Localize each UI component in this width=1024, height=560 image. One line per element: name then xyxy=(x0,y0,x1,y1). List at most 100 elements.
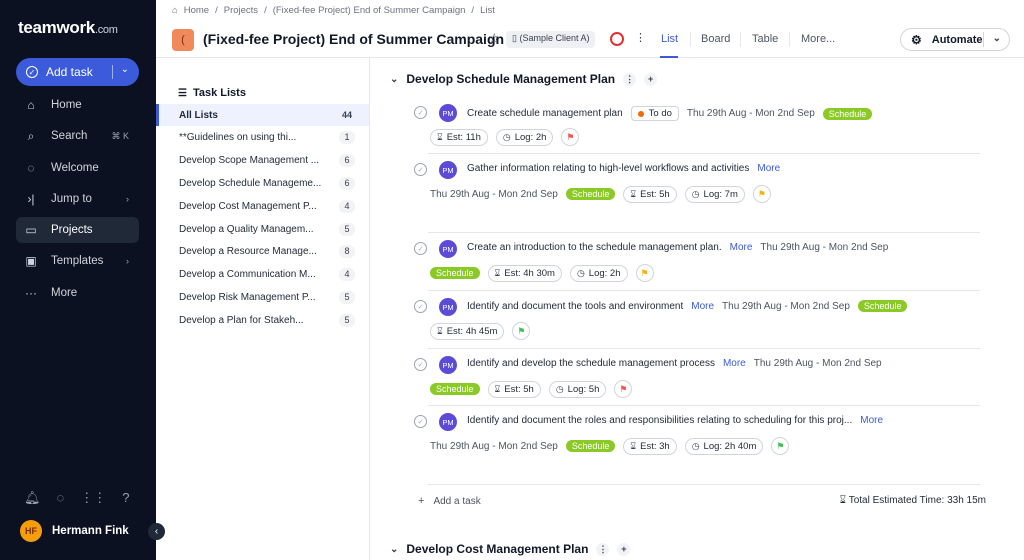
task-list-item[interactable]: Develop Risk Management P... 5 xyxy=(156,286,369,308)
priority-flag-icon[interactable]: ⚑ xyxy=(512,322,531,340)
task-dates[interactable]: Thu 29th Aug - Mon 2nd Sep xyxy=(760,242,888,253)
chevron-down-icon[interactable]: ⌄ xyxy=(121,64,129,75)
apps-grid-icon[interactable]: ⋮⋮ xyxy=(80,490,106,506)
assignee-avatar[interactable]: PM xyxy=(439,104,457,122)
more-link[interactable]: More xyxy=(757,163,780,174)
estimate-pill[interactable]: ⌛︎ Est: 11h xyxy=(430,128,488,146)
task-dates[interactable]: Thu 29th Aug - Mon 2nd Sep xyxy=(430,441,558,452)
plus-icon[interactable]: + xyxy=(644,72,658,86)
bell-icon[interactable]: 🔔︎ xyxy=(24,490,41,506)
priority-flag-icon[interactable]: ⚑ xyxy=(635,264,654,282)
task-list-item[interactable]: **Guidelines on using thi... 1 xyxy=(156,127,369,149)
complete-task-checkbox[interactable]: ✓ xyxy=(414,358,427,371)
tab-more[interactable]: More... xyxy=(801,33,835,45)
complete-task-checkbox[interactable]: ✓ xyxy=(414,415,427,428)
task-name[interactable]: Identify and document the tools and envi… xyxy=(467,301,683,312)
more-link[interactable]: More xyxy=(691,301,714,312)
info-icon[interactable]: ⋮ xyxy=(596,542,610,556)
project-icon[interactable]: ( xyxy=(172,29,194,51)
more-link[interactable]: More xyxy=(723,358,746,369)
more-link[interactable]: More xyxy=(730,242,753,253)
add-task-button[interactable]: ✓ Add task ⌄ xyxy=(16,58,139,86)
sidebar-item-welcome[interactable]: ◌ Welcome xyxy=(16,155,139,181)
task-group-header[interactable]: ⌄ Develop Schedule Management Plan ⋮ + xyxy=(390,72,658,86)
add-task-inline-button[interactable]: + Add a task xyxy=(418,495,481,507)
assignee-avatar[interactable]: PM xyxy=(439,413,457,431)
sidebar-item-projects[interactable]: ▭ Projects xyxy=(16,217,139,243)
tab-table[interactable]: Table xyxy=(752,33,778,45)
plus-icon[interactable]: + xyxy=(617,542,631,556)
task-dates[interactable]: Thu 29th Aug - Mon 2nd Sep xyxy=(754,358,882,369)
task-name[interactable]: Identify and document the roles and resp… xyxy=(467,415,852,426)
tag-badge[interactable]: Schedule xyxy=(430,267,480,279)
complete-task-checkbox[interactable]: ✓ xyxy=(414,163,427,176)
task-list-item[interactable]: All Lists 44 xyxy=(156,104,369,126)
task-list-item[interactable]: Develop Schedule Manageme... 6 xyxy=(156,172,369,194)
breadcrumb-home[interactable]: Home xyxy=(184,5,209,16)
priority-flag-icon[interactable]: ⚑ xyxy=(752,185,771,203)
task-dates[interactable]: Thu 29th Aug - Mon 2nd Sep xyxy=(687,108,815,119)
tag-badge[interactable]: Schedule xyxy=(565,188,616,200)
time-log-pill[interactable]: ◷ Log: 2h xyxy=(569,264,628,282)
task-name[interactable]: Gather information relating to high-leve… xyxy=(467,163,749,174)
sidebar-item-more[interactable]: ··· More xyxy=(16,280,139,306)
task-dates[interactable]: Thu 29th Aug - Mon 2nd Sep xyxy=(722,301,850,312)
task-group-header[interactable]: ⌄ Develop Cost Management Plan ⋮ + xyxy=(390,542,631,556)
tab-list[interactable]: List xyxy=(661,33,678,45)
record-icon[interactable] xyxy=(610,32,624,46)
task-list-item[interactable]: Develop Scope Management ... 6 xyxy=(156,150,369,172)
client-badge[interactable]: ▯ (Sample Client A) xyxy=(506,31,596,48)
breadcrumb-project[interactable]: (Fixed-fee Project) End of Summer Campai… xyxy=(273,5,466,16)
complete-task-checkbox[interactable]: ✓ xyxy=(414,106,427,119)
time-log-pill[interactable]: ◷ Log: 7m xyxy=(684,185,745,203)
star-icon[interactable]: ☆ xyxy=(488,30,501,47)
priority-flag-icon[interactable]: ⚑ xyxy=(614,380,633,398)
estimate-pill[interactable]: ⌛︎ Est: 3h xyxy=(623,437,677,455)
tag-badge[interactable]: Schedule xyxy=(857,300,908,312)
estimate-pill[interactable]: ⌛︎ Est: 4h 30m xyxy=(487,264,562,282)
estimate-pill[interactable]: ⌛︎ Est: 5h xyxy=(487,380,541,398)
task-list-item[interactable]: Develop a Quality Managem... 5 xyxy=(156,218,369,240)
kebab-menu-icon[interactable]: ⋮ xyxy=(635,31,646,44)
breadcrumb-projects[interactable]: Projects xyxy=(224,5,258,16)
task-name[interactable]: Create an introduction to the schedule m… xyxy=(467,242,722,253)
task-list-item[interactable]: Develop a Resource Manage... 8 xyxy=(156,241,369,263)
estimate-pill[interactable]: ⌛︎ Est: 5h xyxy=(623,185,677,203)
time-log-pill[interactable]: ◷ Log: 2h 40m xyxy=(684,437,764,455)
estimate-pill[interactable]: ⌛︎ Est: 4h 45m xyxy=(430,322,505,340)
chevron-down-icon[interactable]: ⌄ xyxy=(993,33,1001,44)
sidebar-item-home[interactable]: ⌂ Home xyxy=(16,92,139,118)
task-name[interactable]: Create schedule management plan xyxy=(467,108,623,119)
time-log-pill[interactable]: ◷ Log: 2h xyxy=(495,128,554,146)
tab-board[interactable]: Board xyxy=(701,33,730,45)
tag-badge[interactable]: Schedule xyxy=(565,440,616,452)
task-dates[interactable]: Thu 29th Aug - Mon 2nd Sep xyxy=(430,189,558,200)
complete-task-checkbox[interactable]: ✓ xyxy=(414,300,427,313)
status-badge[interactable]: To do xyxy=(630,106,679,121)
chat-icon[interactable]: ◌ xyxy=(57,490,65,506)
more-link[interactable]: More xyxy=(860,415,883,426)
collapse-sidebar-button[interactable]: ‹ xyxy=(148,523,165,540)
task-name[interactable]: Identify and develop the schedule manage… xyxy=(467,358,715,369)
teamwork-logo[interactable]: teamwork.com xyxy=(18,18,118,38)
task-list-item[interactable]: Develop Cost Management P... 4 xyxy=(156,195,369,217)
help-icon[interactable]: ? xyxy=(122,490,129,506)
automate-button[interactable]: ⚙︎ Automate ⌄ xyxy=(900,28,1010,51)
sidebar-item-search[interactable]: ⌕ Search ⌘ K xyxy=(16,123,139,149)
tag-badge[interactable]: Schedule xyxy=(822,107,873,120)
chevron-down-icon[interactable]: ⌄ xyxy=(390,74,398,85)
time-log-pill[interactable]: ◷ Log: 5h xyxy=(548,380,607,398)
assignee-avatar[interactable]: PM xyxy=(439,298,457,316)
complete-task-checkbox[interactable]: ✓ xyxy=(414,242,427,255)
user-profile[interactable]: HF Hermann Fink xyxy=(20,520,129,542)
sidebar-item-templates[interactable]: ▣ Templates › xyxy=(16,248,139,274)
tag-badge[interactable]: Schedule xyxy=(430,383,480,395)
sidebar-item-jump-to[interactable]: ›| Jump to › xyxy=(16,186,139,212)
priority-flag-icon[interactable]: ⚑ xyxy=(561,128,580,146)
priority-flag-icon[interactable]: ⚑ xyxy=(771,437,790,455)
assignee-avatar[interactable]: PM xyxy=(439,161,457,179)
chevron-down-icon[interactable]: ⌄ xyxy=(390,544,398,555)
task-list-item[interactable]: Develop a Plan for Stakeh... 5 xyxy=(156,309,369,331)
assignee-avatar[interactable]: PM xyxy=(439,356,457,374)
task-list-item[interactable]: Develop a Communication M... 4 xyxy=(156,264,369,286)
